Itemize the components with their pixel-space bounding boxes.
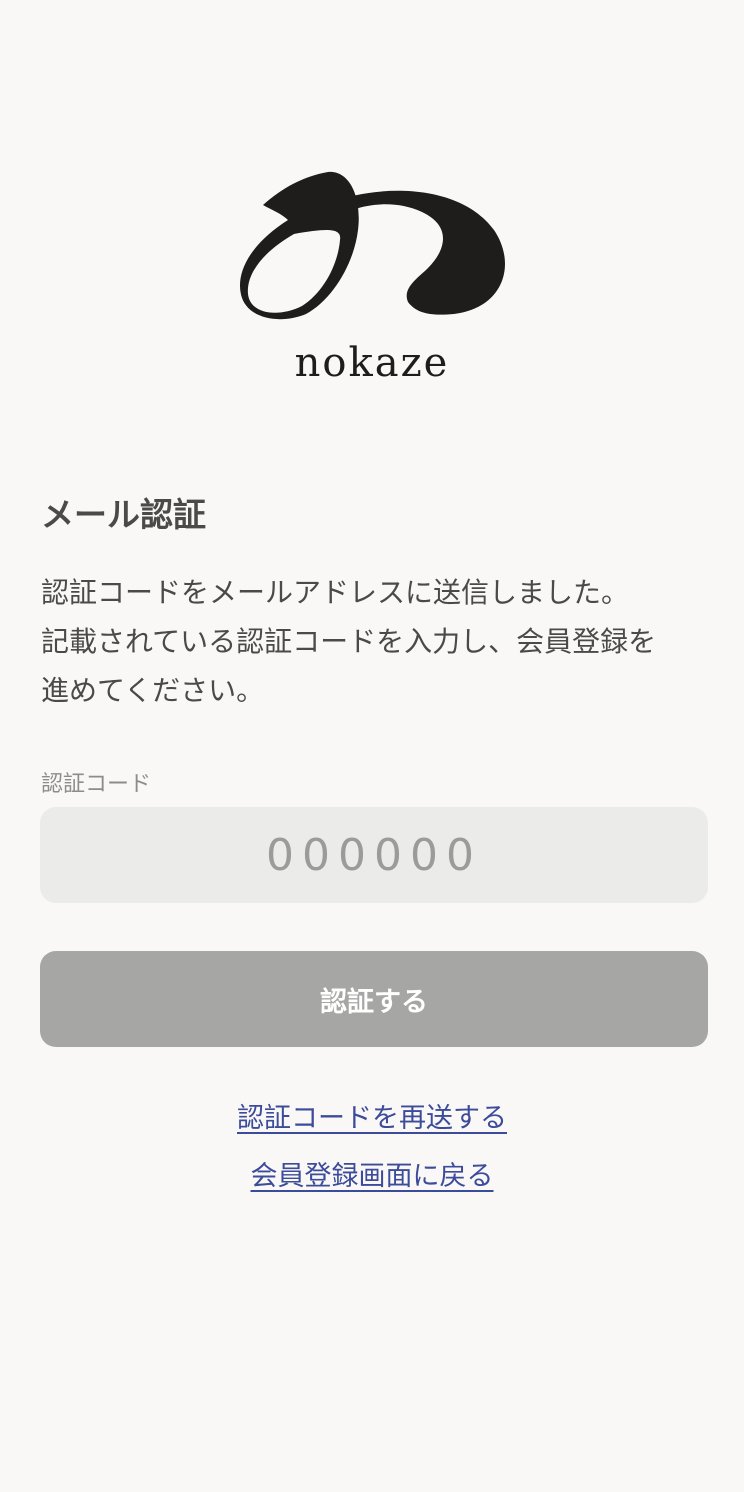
back-to-registration-link[interactable]: 会員登録画面に戻る bbox=[251, 1161, 494, 1192]
back-link-container: 会員登録画面に戻る bbox=[0, 1154, 744, 1193]
resend-code-link[interactable]: 認証コードを再送する bbox=[237, 1103, 507, 1134]
resend-link-container: 認証コードを再送する bbox=[0, 1096, 744, 1135]
description-line: 進めてください。 bbox=[41, 674, 265, 707]
verify-button[interactable]: 認証する bbox=[40, 951, 708, 1047]
code-field-label: 認証コード bbox=[41, 772, 152, 797]
verification-code-input[interactable] bbox=[40, 807, 708, 903]
page-title: メール認証 bbox=[41, 495, 206, 534]
brand-wordmark: nokaze bbox=[294, 340, 450, 386]
description: 認証コードをメールアドレスに送信しました。 記載されている認証コードを入力し、会… bbox=[41, 568, 711, 715]
description-line: 記載されている認証コードを入力し、会員登録を bbox=[41, 625, 657, 658]
description-line: 認証コードをメールアドレスに送信しました。 bbox=[41, 576, 630, 609]
nokaze-logo-icon bbox=[239, 171, 505, 320]
